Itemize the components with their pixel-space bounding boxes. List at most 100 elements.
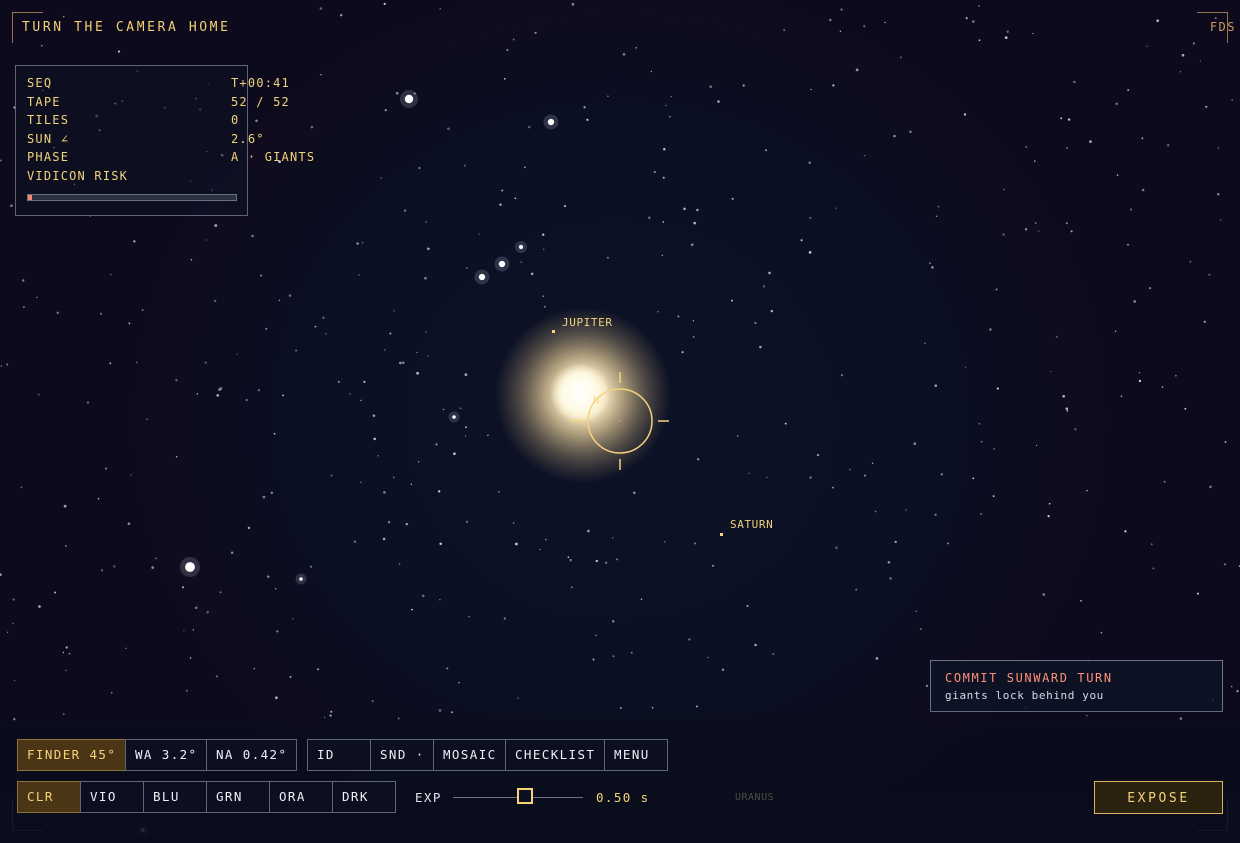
star	[595, 634, 597, 637]
star	[273, 432, 276, 435]
star	[1217, 193, 1220, 196]
star	[295, 349, 298, 352]
status-seq: SEQ T+00:41	[27, 76, 290, 90]
star	[1033, 160, 1036, 162]
star	[611, 537, 614, 539]
star	[524, 166, 526, 169]
star	[155, 557, 157, 560]
star	[288, 294, 292, 297]
star	[63, 504, 67, 508]
filter-violet-button[interactable]: VIO	[80, 781, 144, 813]
star	[855, 588, 858, 591]
menu-button[interactable]: MENU	[604, 739, 668, 771]
star	[361, 242, 364, 244]
star	[1004, 36, 1008, 39]
star	[863, 25, 866, 28]
bright-star	[498, 260, 506, 268]
star	[663, 147, 666, 151]
star	[947, 542, 950, 545]
star	[772, 652, 775, 655]
star	[373, 437, 376, 441]
star	[765, 149, 768, 152]
star	[924, 342, 926, 344]
star	[631, 651, 633, 654]
star	[1184, 407, 1187, 410]
star	[1231, 99, 1233, 101]
star	[393, 310, 395, 312]
star	[265, 327, 268, 330]
star	[257, 389, 260, 392]
star	[915, 610, 917, 612]
star	[1189, 260, 1192, 263]
star	[972, 477, 975, 480]
star	[204, 361, 207, 364]
star	[175, 455, 178, 458]
star	[38, 605, 41, 608]
star	[418, 461, 420, 463]
sky-viewport[interactable]: N TURN THE CAMERA HOME FDS SEQ T+00:41 TA…	[0, 0, 1240, 843]
mosaic-button[interactable]: MOSAIC	[433, 739, 506, 771]
star	[356, 242, 359, 245]
star	[1062, 394, 1066, 398]
star	[214, 299, 217, 303]
star	[1149, 287, 1152, 290]
star	[517, 697, 519, 699]
star	[337, 380, 340, 383]
star	[1208, 273, 1211, 276]
star	[1065, 407, 1069, 410]
mode-narrow-angle-button[interactable]: NA 0.42°	[206, 739, 297, 771]
star	[253, 668, 255, 670]
star	[113, 565, 116, 568]
star	[1133, 300, 1136, 303]
star	[925, 684, 928, 687]
star	[425, 221, 428, 223]
star	[1166, 143, 1170, 147]
star	[501, 189, 504, 192]
star	[151, 566, 155, 569]
star	[410, 483, 413, 486]
filter-clear-button[interactable]: CLR	[17, 781, 81, 813]
star	[1236, 689, 1239, 693]
star	[1025, 145, 1028, 149]
saturn-label[interactable]: SATURN	[730, 518, 773, 531]
star	[989, 328, 992, 331]
star	[622, 53, 626, 56]
sound-button[interactable]: SND ·	[370, 739, 434, 771]
star	[709, 85, 713, 88]
star	[464, 373, 468, 376]
star	[605, 561, 608, 564]
star	[635, 47, 638, 49]
star	[404, 209, 407, 212]
star	[840, 374, 843, 377]
star	[571, 2, 575, 6]
star	[251, 234, 254, 238]
star	[1042, 593, 1046, 596]
star	[219, 387, 223, 390]
exposure-slider-handle[interactable]	[517, 788, 533, 804]
star	[262, 495, 266, 499]
status-sun-angle: SUN ∠ 2.6°	[27, 132, 265, 146]
star	[380, 176, 383, 179]
expose-button[interactable]: EXPOSE	[1094, 781, 1223, 814]
uranus-label[interactable]: URANUS	[735, 792, 774, 803]
vidicon-risk-fill	[28, 195, 33, 200]
commit-turn-alert[interactable]: COMMIT SUNWARD TURN giants lock behind y…	[930, 660, 1223, 712]
mode-wide-angle-button[interactable]: WA 3.2°	[125, 739, 207, 771]
filter-orange-button[interactable]: ORA	[269, 781, 333, 813]
star	[754, 643, 757, 647]
filter-green-button[interactable]: GRN	[206, 781, 270, 813]
star	[913, 442, 917, 445]
star	[437, 490, 441, 493]
jupiter-label[interactable]: JUPITER	[562, 316, 613, 329]
id-button[interactable]: ID	[307, 739, 371, 771]
star	[692, 336, 695, 338]
star	[840, 8, 843, 11]
star	[1067, 118, 1071, 121]
star	[1192, 42, 1196, 45]
star	[690, 243, 694, 247]
filter-dark-button[interactable]: DRK	[332, 781, 396, 813]
mode-finder-button[interactable]: FINDER 45°	[17, 739, 126, 771]
filter-blue-button[interactable]: BLU	[143, 781, 207, 813]
star	[874, 510, 877, 513]
checklist-button[interactable]: CHECKLIST	[505, 739, 605, 771]
